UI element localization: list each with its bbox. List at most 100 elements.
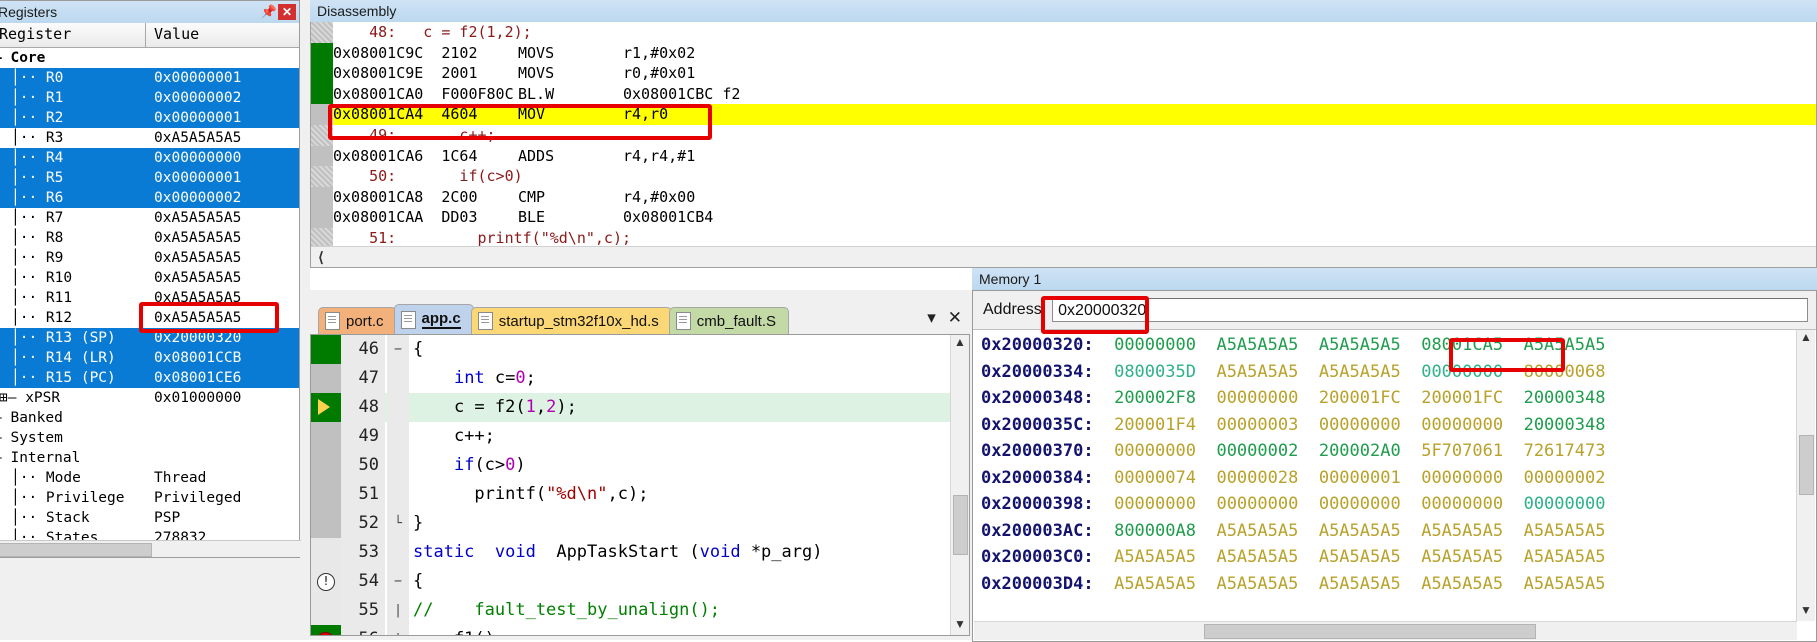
register-row[interactable]: — System: [0, 428, 299, 448]
editor-fold-marker[interactable]: [387, 451, 409, 480]
disassembly-listing[interactable]: 48: c = f2(1,2); 0x08001C9C 2102 MOVS r1,#0…: [311, 22, 1816, 249]
editor-vscrollbar[interactable]: ▲ ▼: [950, 335, 969, 635]
close-icon[interactable]: ✕: [948, 308, 962, 328]
disassembly-instruction-row[interactable]: 0x08001CA8 2C00 CMP r4,#0x00: [311, 186, 1816, 208]
register-row[interactable]: │·· R5 0x00000001: [0, 168, 299, 188]
register-row[interactable]: │·· R12 0xA5A5A5A5: [0, 308, 299, 328]
chevron-down-icon[interactable]: ▼: [951, 617, 969, 635]
register-row[interactable]: │·· R11 0xA5A5A5A5: [0, 288, 299, 308]
memory-hscrollbar[interactable]: [974, 621, 1797, 640]
pin-icon[interactable]: 📌: [260, 3, 278, 21]
disassembly-hscrollbar[interactable]: ⟨: [311, 246, 1816, 267]
memory-client[interactable]: Address: 0x20000320 0x20000320: 00000000…: [972, 290, 1817, 642]
editor-marker-margin[interactable]: [311, 538, 341, 567]
register-row[interactable]: │·· R6 0x00000002: [0, 188, 299, 208]
editor-fold-marker[interactable]: |: [387, 625, 409, 635]
register-row[interactable]: │·· R10 0xA5A5A5A5: [0, 268, 299, 288]
registers-hscrollbar[interactable]: [0, 540, 301, 557]
memory-hscroll-thumb[interactable]: [1204, 624, 1536, 639]
editor-tab-cmb-fault-s[interactable]: cmb_fault.S: [668, 307, 790, 334]
register-row[interactable]: │·· R0 0x00000001: [0, 68, 299, 88]
editor-tab-strip[interactable]: port.c app.c startup_stm32f10x_hd.s cmb_fau…: [310, 300, 970, 334]
editor-line[interactable]: ! 54−{: [311, 567, 969, 596]
editor-marker-margin[interactable]: !: [311, 567, 341, 596]
editor-line[interactable]: 51 printf("%d\n",c);: [311, 480, 969, 509]
editor-line[interactable]: 46−{: [311, 335, 969, 364]
editor-line[interactable]: 53 static void AppTaskStart (void *p_arg): [311, 538, 969, 567]
editor-fold-marker[interactable]: |: [387, 596, 409, 625]
editor-fold-marker[interactable]: [387, 538, 409, 567]
column-header-value[interactable]: Value: [146, 23, 299, 47]
register-row[interactable]: — Internal: [0, 448, 299, 468]
register-row[interactable]: — Banked: [0, 408, 299, 428]
disassembly-source-line[interactable]: 49: c++;: [311, 124, 1816, 146]
editor-client[interactable]: 46−{47 int c=0; 48 c = f2(1,2); 49 c++; 50 …: [310, 334, 970, 636]
editor-marker-margin[interactable]: [311, 364, 341, 393]
editor-marker-margin[interactable]: [311, 393, 341, 422]
disassembly-instruction-row[interactable]: 0x08001C9C 2102 MOVS r1,#0x02: [311, 42, 1816, 64]
editor-marker-margin[interactable]: [311, 422, 341, 451]
editor-fold-marker[interactable]: [387, 393, 409, 422]
editor-fold-marker[interactable]: −: [387, 567, 409, 596]
disassembly-instruction-row[interactable]: 0x08001CA0 F000F80C BL.W 0x08001CBC f2: [311, 83, 1816, 105]
chevron-up-icon[interactable]: ▲: [951, 335, 969, 353]
register-row[interactable]: │·· R9 0xA5A5A5A5: [0, 248, 299, 268]
register-row[interactable]: │·· R14 (LR) 0x08001CCB: [0, 348, 299, 368]
memory-row[interactable]: 0x200003D4: A5A5A5A5 A5A5A5A5 A5A5A5A5 A…: [973, 571, 1816, 598]
registers-tree[interactable]: — Core│·· R00x00000001│·· R10x00000002│·…: [0, 48, 299, 556]
editor-line[interactable]: 50 if(c>0): [311, 451, 969, 480]
editor-tab-app-c[interactable]: app.c: [393, 304, 474, 334]
editor-marker-margin[interactable]: [311, 625, 341, 635]
column-header-register[interactable]: Register: [0, 23, 146, 47]
disassembly-instruction-row[interactable]: 0x08001CA4 4604 MOV r4,r0: [311, 104, 1816, 125]
editor-line[interactable]: 49 c++;: [311, 422, 969, 451]
memory-row[interactable]: 0x20000370: 00000000 00000002 200002A0 5…: [973, 438, 1816, 465]
memory-dump[interactable]: 0x20000320: 00000000 A5A5A5A5 A5A5A5A5 0…: [973, 330, 1816, 597]
editor-marker-margin[interactable]: [311, 451, 341, 480]
editor-marker-margin[interactable]: [311, 596, 341, 625]
register-row[interactable]: │·· Mode Thread: [0, 468, 299, 488]
editor-fold-marker[interactable]: [387, 480, 409, 509]
editor-tab-port-c[interactable]: port.c: [318, 307, 397, 334]
disassembly-source-line[interactable]: 50: if(c>0): [311, 166, 1816, 187]
register-row[interactable]: │·· R4 0x00000000: [0, 148, 299, 168]
register-row[interactable]: │·· Stack PSP: [0, 508, 299, 528]
memory-vscroll-thumb[interactable]: [1799, 435, 1814, 495]
disassembly-instruction-row[interactable]: 0x08001C9E 2001 MOVS r0,#0x01: [311, 63, 1816, 84]
chevron-down-icon[interactable]: ▼: [1797, 603, 1815, 621]
chevron-up-icon[interactable]: ▲: [1797, 330, 1815, 348]
disassembly-client[interactable]: 48: c = f2(1,2); 0x08001C9C 2102 MOVS r1,#0…: [310, 22, 1817, 268]
register-row[interactable]: — Core: [0, 48, 299, 68]
memory-row[interactable]: 0x200003C0: A5A5A5A5 A5A5A5A5 A5A5A5A5 A…: [973, 544, 1816, 571]
register-row[interactable]: │·· R7 0xA5A5A5A5: [0, 208, 299, 228]
chevron-left-icon[interactable]: ⟨: [311, 249, 331, 266]
register-row[interactable]: │·· Privilege Privileged: [0, 488, 299, 508]
editor-tab-startup-stm32f10x-hd-s[interactable]: startup_stm32f10x_hd.s: [470, 307, 672, 334]
editor-code-lines[interactable]: 46−{47 int c=0; 48 c = f2(1,2); 49 c++; 50 …: [311, 335, 969, 635]
memory-row[interactable]: 0x20000384: 00000074 00000028 00000001 0…: [973, 465, 1816, 492]
memory-row[interactable]: 0x20000398: 00000000 00000000 00000000 0…: [973, 491, 1816, 518]
editor-marker-margin[interactable]: [311, 480, 341, 509]
editor-fold-marker[interactable]: └: [387, 509, 409, 538]
memory-row[interactable]: 0x20000348: 200002F8 00000000 200001FC 2…: [973, 385, 1816, 412]
disassembly-instruction-row[interactable]: 0x08001CAA DD03 BLE 0x08001CB4: [311, 207, 1816, 228]
memory-row[interactable]: 0x2000035C: 200001F4 00000003 00000000 0…: [973, 412, 1816, 439]
editor-line[interactable]: 56| f1();: [311, 625, 969, 635]
register-row[interactable]: ⊞— xPSR 0x01000000: [0, 388, 299, 408]
disassembly-instruction-row[interactable]: 0x08001CA6 1C64 ADDS r4,r4,#1: [311, 145, 1816, 167]
registers-hscroll-thumb[interactable]: [0, 543, 152, 557]
register-row[interactable]: │·· R15 (PC) 0x08001CE6: [0, 368, 299, 388]
disassembly-source-line[interactable]: 48: c = f2(1,2);: [311, 22, 1816, 43]
memory-address-input[interactable]: 0x20000320: [1052, 298, 1808, 322]
chevron-down-icon[interactable]: ▾: [927, 308, 936, 328]
memory-vscrollbar[interactable]: ▲ ▼: [1796, 330, 1815, 621]
memory-row[interactable]: 0x200003AC: 800000A8 A5A5A5A5 A5A5A5A5 A…: [973, 518, 1816, 545]
editor-line[interactable]: 52 └}: [311, 509, 969, 538]
register-row[interactable]: │·· R2 0x00000001: [0, 108, 299, 128]
register-row[interactable]: │·· R1 0x00000002: [0, 88, 299, 108]
memory-row[interactable]: 0x20000334: 0800035D A5A5A5A5 A5A5A5A5 0…: [973, 359, 1816, 386]
register-row[interactable]: │·· R8 0xA5A5A5A5: [0, 228, 299, 248]
register-row[interactable]: │·· R3 0xA5A5A5A5: [0, 128, 299, 148]
memory-row[interactable]: 0x20000320: 00000000 A5A5A5A5 A5A5A5A5 0…: [973, 332, 1816, 359]
breakpoint-icon[interactable]: [317, 632, 334, 635]
